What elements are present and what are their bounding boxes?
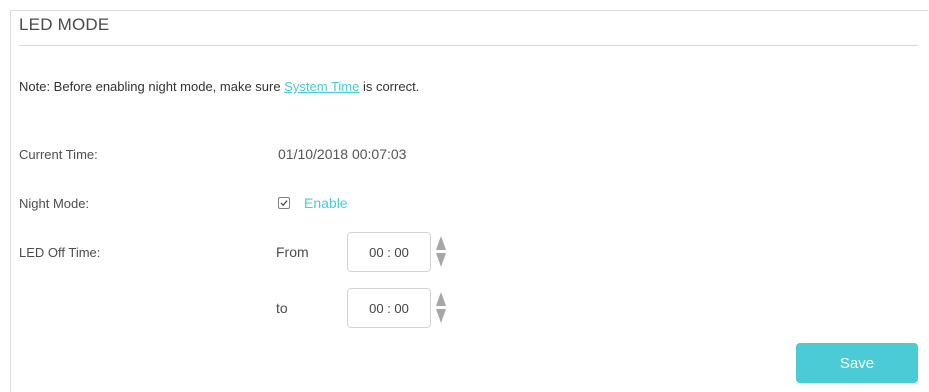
- save-button[interactable]: Save: [796, 343, 918, 383]
- to-time-input[interactable]: 00 : 00: [347, 288, 431, 328]
- from-time-input[interactable]: 00 : 00: [347, 232, 431, 272]
- led-off-time-label: LED Off Time:: [19, 245, 101, 260]
- triangle-up-icon[interactable]: [436, 236, 446, 250]
- note-prefix: Note: Before enabling night mode, make s…: [19, 79, 285, 94]
- triangle-up-icon[interactable]: [436, 292, 446, 306]
- to-time-stepper[interactable]: [436, 292, 447, 324]
- night-mode-checkbox[interactable]: [278, 197, 290, 209]
- section-title: LED MODE: [19, 15, 110, 34]
- night-mode-enable-label: Enable: [304, 195, 348, 211]
- from-label: From: [276, 244, 309, 260]
- current-time-label: Current Time:: [19, 147, 98, 162]
- note-suffix: is correct.: [359, 79, 420, 94]
- to-label: to: [276, 300, 288, 316]
- night-mode-enable[interactable]: Enable: [278, 195, 348, 211]
- triangle-down-icon[interactable]: [436, 309, 446, 323]
- night-mode-label: Night Mode:: [19, 196, 90, 211]
- triangle-down-icon[interactable]: [436, 253, 446, 267]
- system-time-link[interactable]: System Time: [284, 79, 359, 94]
- title-divider: [19, 45, 918, 46]
- checkmark-icon: [280, 200, 288, 207]
- current-time-value: 01/10/2018 00:07:03: [278, 146, 407, 162]
- night-mode-note: Note: Before enabling night mode, make s…: [19, 79, 419, 94]
- from-time-stepper[interactable]: [436, 236, 447, 268]
- led-mode-panel: [10, 10, 928, 392]
